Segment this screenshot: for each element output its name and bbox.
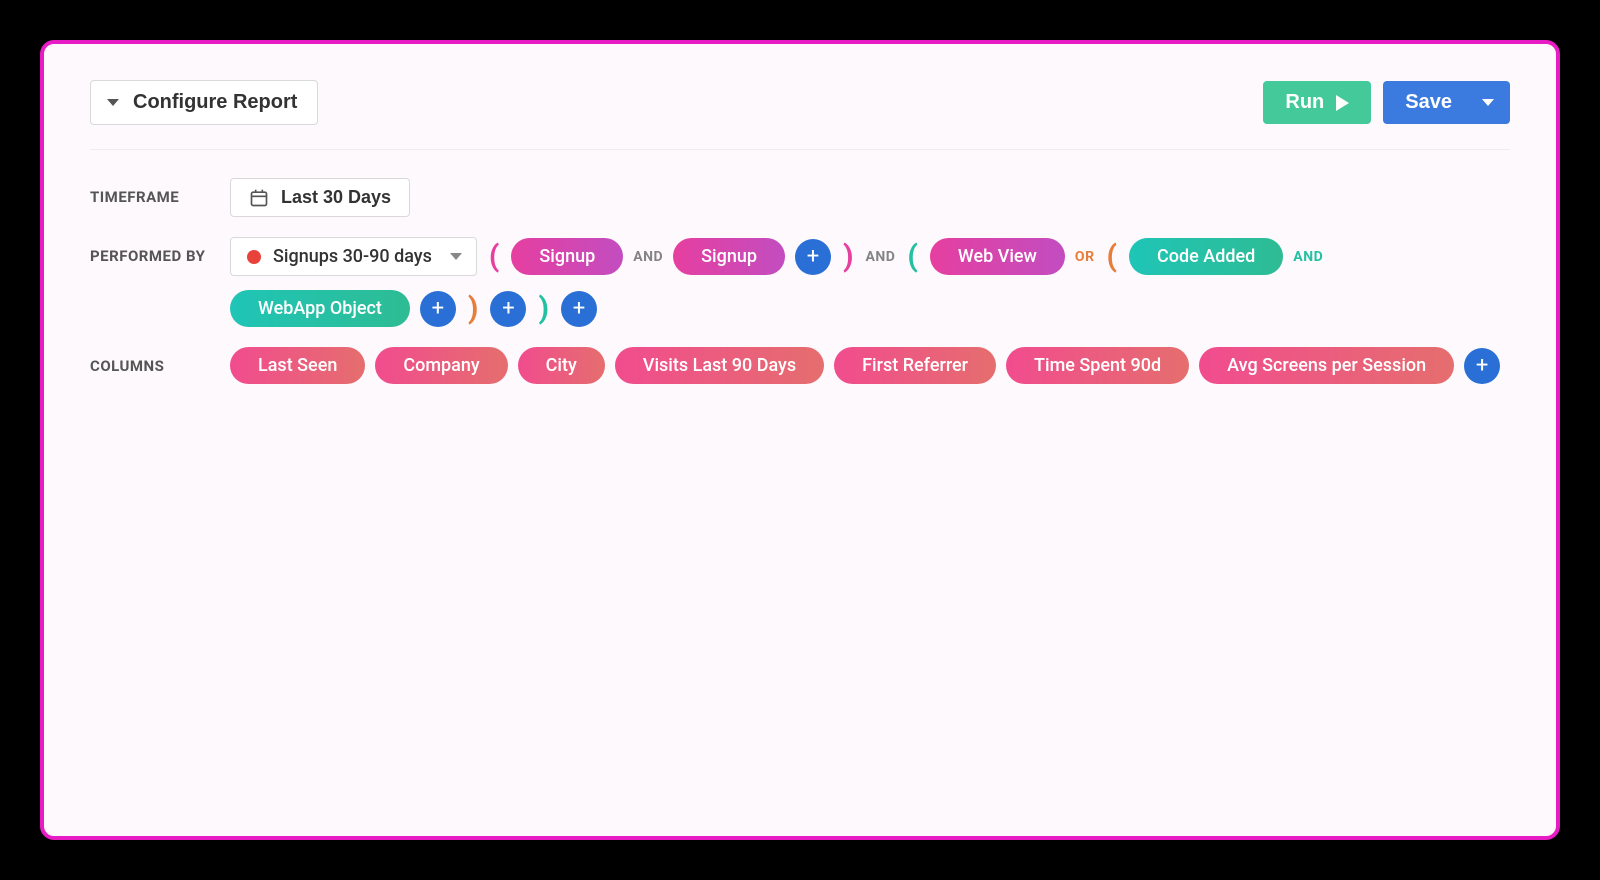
segment-select[interactable]: Signups 30-90 days xyxy=(230,237,477,276)
calendar-icon xyxy=(249,188,269,208)
add-column-button[interactable]: + xyxy=(1464,348,1500,384)
add-filter-button[interactable]: + xyxy=(490,291,526,327)
performed-by-content: Signups 30-90 days ( Signup AND Signup +… xyxy=(230,237,1510,327)
columns-content: Last Seen Company City Visits Last 90 Da… xyxy=(230,347,1510,384)
columns-label: COLUMNS xyxy=(90,347,230,375)
column-pill[interactable]: Company xyxy=(375,347,507,384)
segment-color-icon xyxy=(247,250,261,264)
save-button-label: Save xyxy=(1405,91,1452,114)
filter-pill-signup-1[interactable]: Signup xyxy=(511,238,623,275)
timeframe-select[interactable]: Last 30 Days xyxy=(230,178,410,217)
column-pill[interactable]: First Referrer xyxy=(834,347,996,384)
open-paren-icon: ( xyxy=(905,242,920,272)
add-filter-button[interactable]: + xyxy=(795,239,831,275)
run-button[interactable]: Run xyxy=(1263,81,1371,124)
close-paren-icon: ) xyxy=(466,294,481,324)
save-button[interactable]: Save xyxy=(1383,81,1510,124)
column-pill[interactable]: Visits Last 90 Days xyxy=(615,347,824,384)
timeframe-label: TIMEFRAME xyxy=(90,178,230,206)
filter-pill-webapp-object[interactable]: WebApp Object xyxy=(230,290,410,327)
add-filter-button[interactable]: + xyxy=(561,291,597,327)
column-pill[interactable]: Last Seen xyxy=(230,347,365,384)
timeframe-row: TIMEFRAME Last 30 Days xyxy=(90,178,1510,217)
run-button-label: Run xyxy=(1285,91,1324,114)
logic-operator-and: AND xyxy=(633,249,663,265)
logic-operator-and: AND xyxy=(866,249,896,265)
configure-report-dropdown[interactable]: Configure Report xyxy=(90,80,318,125)
header-actions: Run Save xyxy=(1263,81,1510,124)
chevron-down-icon xyxy=(1482,99,1494,106)
filter-pill-web-view[interactable]: Web View xyxy=(930,238,1065,275)
play-icon xyxy=(1336,95,1349,111)
logic-operator-or: OR xyxy=(1075,249,1095,265)
segment-name: Signups 30-90 days xyxy=(273,246,432,267)
column-pill[interactable]: City xyxy=(518,347,605,384)
open-paren-icon: ( xyxy=(487,242,502,272)
performed-by-row: PERFORMED BY Signups 30-90 days ( Signup… xyxy=(90,237,1510,327)
panel-header: Configure Report Run Save xyxy=(90,80,1510,150)
filter-pill-signup-2[interactable]: Signup xyxy=(673,238,785,275)
filter-pill-code-added[interactable]: Code Added xyxy=(1129,238,1283,275)
close-paren-icon: ) xyxy=(841,242,856,272)
logic-operator-and: AND xyxy=(1293,249,1323,265)
report-configure-panel: Configure Report Run Save TIMEFRAME xyxy=(40,40,1560,840)
open-paren-icon: ( xyxy=(1105,242,1120,272)
timeframe-value: Last 30 Days xyxy=(281,187,391,208)
add-filter-button[interactable]: + xyxy=(420,291,456,327)
column-pill[interactable]: Time Spent 90d xyxy=(1006,347,1189,384)
chevron-down-icon xyxy=(107,99,119,106)
timeframe-content: Last 30 Days xyxy=(230,178,1510,217)
performed-by-label: PERFORMED BY xyxy=(90,237,230,265)
columns-row: COLUMNS Last Seen Company City Visits La… xyxy=(90,347,1510,384)
column-pill[interactable]: Avg Screens per Session xyxy=(1199,347,1454,384)
configure-report-label: Configure Report xyxy=(133,91,297,114)
chevron-down-icon xyxy=(450,253,462,260)
close-paren-icon: ) xyxy=(536,294,551,324)
